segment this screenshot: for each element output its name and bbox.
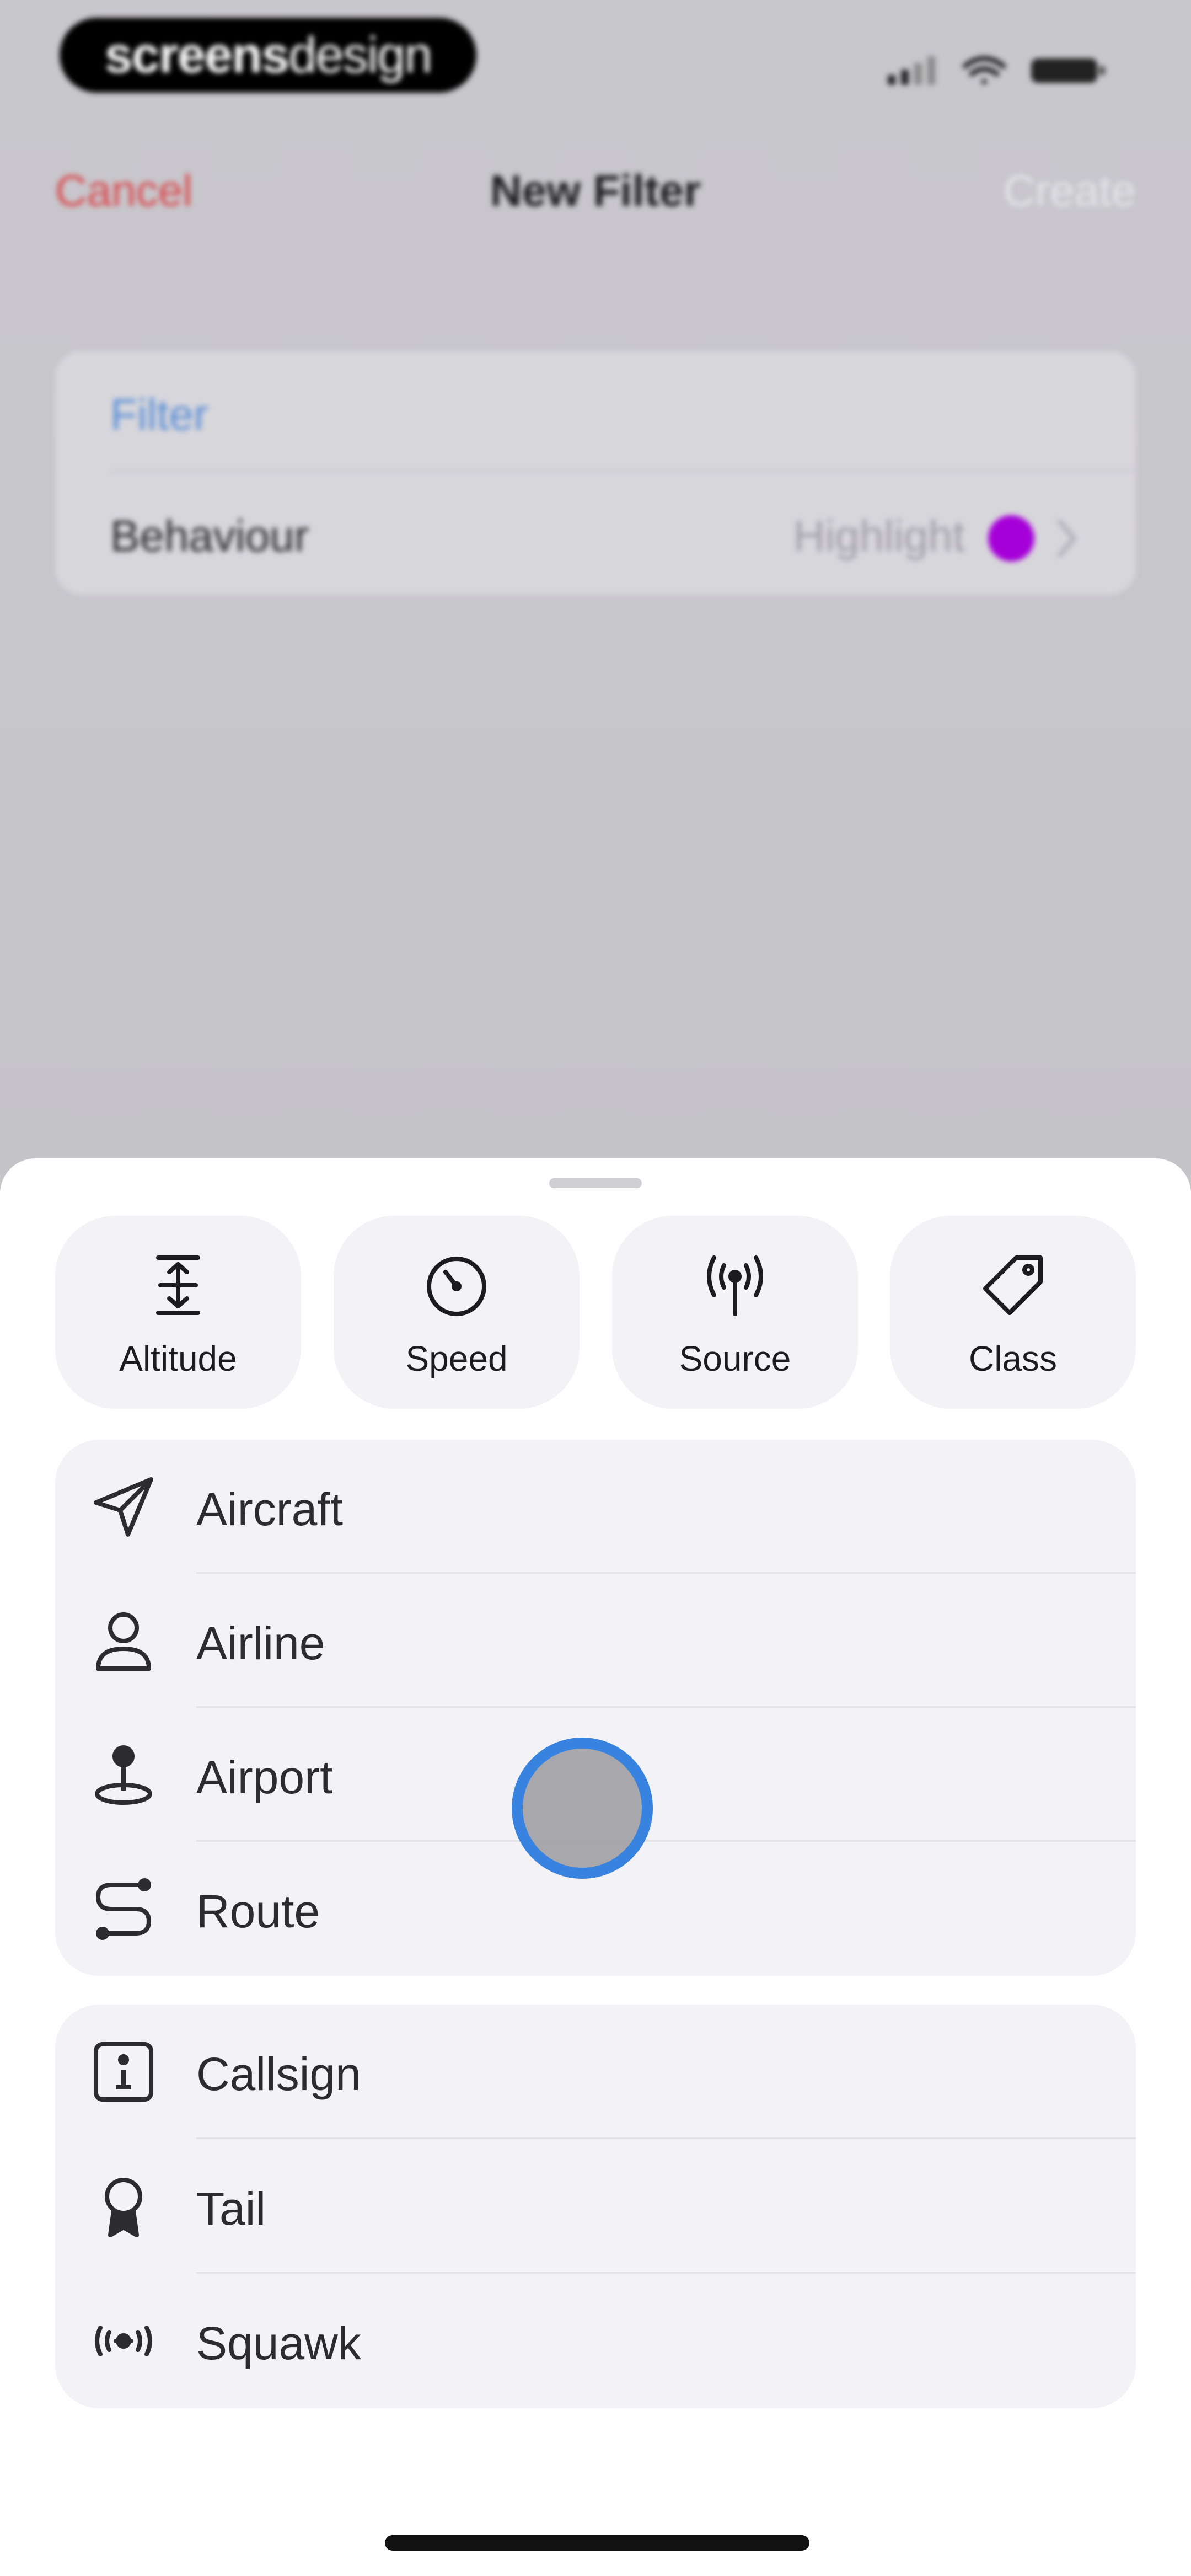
location-pin-icon bbox=[95, 1745, 152, 1805]
chip-altitude[interactable]: Altitude bbox=[55, 1216, 301, 1409]
list-item-label: Callsign bbox=[196, 2048, 361, 2100]
filter-section-label[interactable]: Filter bbox=[110, 389, 208, 440]
filter-type-sheet: Altitude Speed Source Class Aircraft Air… bbox=[0, 1158, 1191, 2576]
chip-label: Altitude bbox=[119, 1339, 237, 1378]
speedometer-icon bbox=[427, 1257, 486, 1316]
list-item-label: Airport bbox=[196, 1751, 333, 1803]
list-item-label: Airline bbox=[196, 1617, 325, 1669]
touch-indicator bbox=[523, 1749, 642, 1868]
battery-icon bbox=[1031, 58, 1105, 83]
chevron-right-icon bbox=[1058, 520, 1076, 557]
watermark-logo: screensdesign bbox=[60, 18, 476, 93]
screen: screensdesign Cancel New Filter Create F… bbox=[0, 0, 1191, 2576]
filter-list-group-primary: Aircraft Airline Airport Route bbox=[55, 1440, 1136, 1976]
chip-label: Source bbox=[679, 1339, 791, 1378]
behaviour-value: Highlight bbox=[793, 511, 965, 560]
chip-label: Class bbox=[968, 1339, 1058, 1378]
person-icon bbox=[96, 1612, 151, 1671]
list-item-squawk[interactable]: Squawk bbox=[55, 2274, 1136, 2408]
chip-class[interactable]: Class bbox=[890, 1216, 1136, 1409]
list-item-tail[interactable]: Tail bbox=[55, 2139, 1136, 2274]
antenna-icon bbox=[707, 1255, 763, 1316]
filter-list-group-identifiers: Callsign Tail Squawk bbox=[55, 2005, 1136, 2408]
info-square-icon bbox=[94, 2042, 153, 2102]
list-item-label: Route bbox=[196, 1885, 320, 1937]
sheet-grabber[interactable] bbox=[549, 1178, 642, 1188]
chip-source[interactable]: Source bbox=[612, 1216, 858, 1409]
behaviour-label[interactable]: Behaviour bbox=[110, 511, 309, 562]
award-ribbon-icon bbox=[105, 2178, 142, 2237]
wifi-icon bbox=[962, 56, 1006, 84]
filter-settings-card: Filter Behaviour Highlight bbox=[55, 351, 1136, 595]
tag-icon bbox=[983, 1255, 1043, 1315]
list-item-label: Squawk bbox=[196, 2317, 361, 2369]
card-divider bbox=[110, 470, 1136, 472]
route-icon bbox=[95, 1878, 152, 1940]
altitude-icon bbox=[156, 1255, 200, 1315]
transponder-icon bbox=[95, 2326, 152, 2356]
highlight-color-swatch bbox=[988, 515, 1034, 562]
home-indicator[interactable] bbox=[385, 2535, 809, 2551]
list-item-aircraft[interactable]: Aircraft bbox=[55, 1440, 1136, 1574]
chip-label: Speed bbox=[405, 1339, 508, 1378]
list-item-label: Aircraft bbox=[196, 1483, 344, 1535]
cellular-signal-icon bbox=[888, 56, 935, 85]
chip-speed[interactable]: Speed bbox=[334, 1216, 580, 1409]
filter-chip-row: Altitude Speed Source Class bbox=[55, 1216, 1136, 1409]
list-item-airline[interactable]: Airline bbox=[55, 1574, 1136, 1708]
status-bar-icons bbox=[888, 56, 1105, 85]
list-item-label: Tail bbox=[196, 2183, 266, 2235]
paper-plane-icon bbox=[94, 1477, 153, 1537]
list-item-callsign[interactable]: Callsign bbox=[55, 2005, 1136, 2139]
create-button[interactable]: Create bbox=[1004, 165, 1136, 216]
